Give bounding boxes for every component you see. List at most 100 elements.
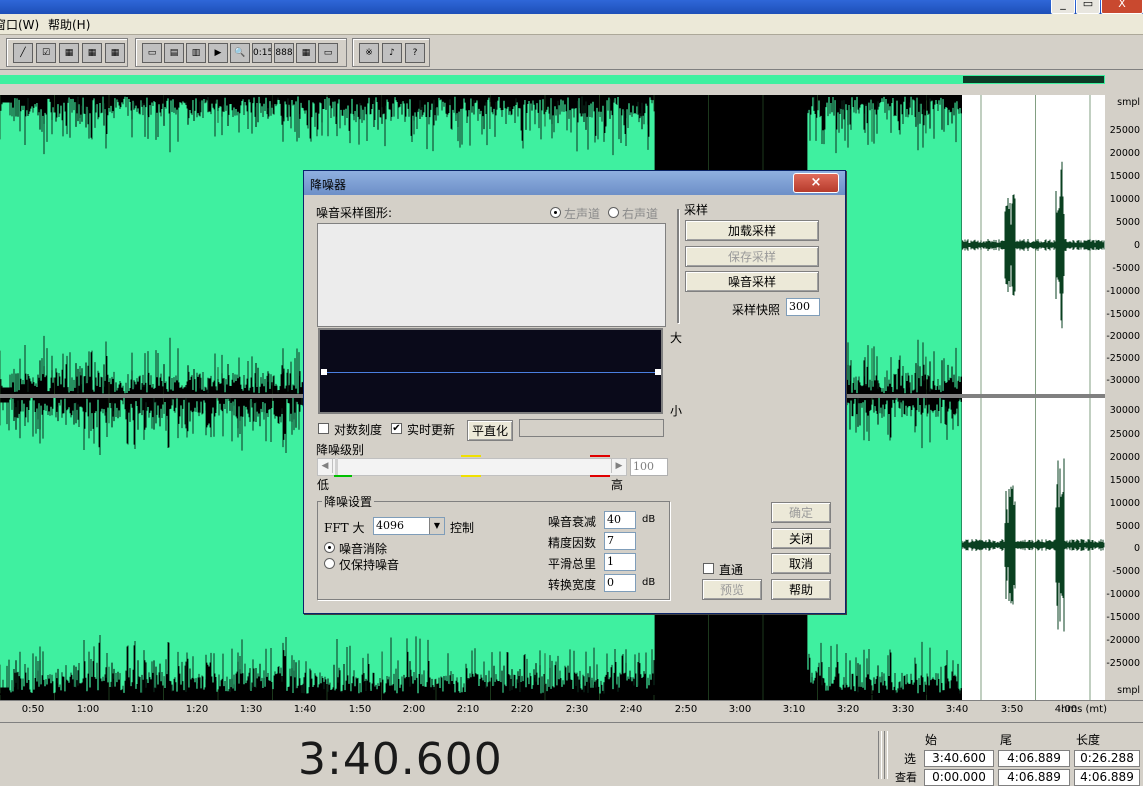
ok-button[interactable]: 确定	[771, 502, 831, 523]
noise-profile-graph	[317, 223, 666, 327]
grid-icon[interactable]: ▦	[82, 43, 102, 63]
live-update-checkbox[interactable]: ✔	[391, 423, 402, 434]
panel-icon[interactable]: ▥	[186, 43, 206, 63]
time-tick-label: 2:40	[619, 704, 643, 715]
restore-button[interactable]: ▭	[1076, 0, 1100, 14]
end-header: 尾	[1000, 733, 1013, 747]
zoom-icon[interactable]: 🔍	[230, 43, 250, 63]
grid-icon[interactable]: ▦	[105, 43, 125, 63]
checkbox-icon[interactable]: ☑	[36, 43, 56, 63]
transition-input[interactable]: 0	[604, 574, 636, 592]
keep-noise-label: 仅保持噪音	[339, 558, 400, 572]
time-tick-label: 3:10	[782, 704, 806, 715]
reduction-level-label: 降噪级别	[316, 443, 365, 457]
amplitude-tick-label: -5000	[1112, 263, 1140, 274]
amplitude-tick-label: 20000	[1109, 452, 1140, 463]
load-profile-button[interactable]: 加载采样	[685, 220, 819, 241]
selection-end[interactable]: 4:06.889	[998, 750, 1070, 767]
amplitude-tick-label: -20000	[1106, 331, 1140, 342]
fft-size-select[interactable]: 4096 ▼	[373, 517, 445, 535]
close-button[interactable]: 关闭	[771, 528, 831, 549]
amplitude-tick-label: -5000	[1112, 566, 1140, 577]
amplitude-ruler: smpl 25000 20000 15000 10000 5000 0 -5000 -10000…	[1105, 95, 1143, 700]
cancel-button[interactable]: 取消	[771, 553, 831, 574]
counter-icon[interactable]: 888	[274, 43, 294, 63]
draw-icon[interactable]: ╱	[13, 43, 33, 63]
level-high-label: 高	[611, 478, 624, 492]
levels-icon[interactable]: ▦	[296, 43, 316, 63]
amplitude-tick-label: -20000	[1106, 635, 1140, 646]
selection-length[interactable]: 0:26.288	[1074, 750, 1140, 767]
dialog-titlebar[interactable]: 降噪器 ×	[304, 171, 845, 195]
snapshots-input[interactable]: 300	[786, 298, 820, 316]
time-tick-label: 2:20	[510, 704, 534, 715]
smoothing-input[interactable]: 1	[604, 553, 636, 571]
remove-noise-radio[interactable]	[324, 542, 335, 553]
curve-handle-left[interactable]	[321, 369, 327, 375]
panel-icon[interactable]: ▤	[164, 43, 184, 63]
control-label: 控制	[450, 521, 475, 535]
slider-left-arrow-icon[interactable]: ◀	[318, 459, 333, 473]
close-window-button[interactable]: X	[1101, 0, 1143, 14]
menu-window[interactable]: 窗口(W)	[0, 16, 39, 33]
help-button[interactable]: 帮助	[771, 579, 831, 600]
toolbar-group-edit: ╱ ☑ ▦ ▦ ▦	[6, 38, 128, 67]
effects-icon[interactable]: ※	[359, 43, 379, 63]
overview-selected-range	[962, 75, 1105, 84]
reduction-level-slider[interactable]: ◀ ▶	[317, 458, 627, 476]
precision-input[interactable]: 7	[604, 532, 636, 550]
flatten-button[interactable]: 平直化	[467, 420, 513, 441]
panel-icon[interactable]: ▭	[318, 43, 338, 63]
toolbar-group-tools: ※ ♪ ?	[352, 38, 430, 67]
keep-noise-radio[interactable]	[324, 558, 335, 569]
green-marker	[334, 475, 352, 477]
toolbar-group-view: ▭ ▤ ▥ ▶ 🔍 0:15 888 ▦ ▭	[135, 38, 347, 67]
sampling-label: 采样	[682, 201, 711, 218]
curve-handle-right[interactable]	[655, 369, 661, 375]
graph-high-label: 大	[670, 331, 683, 345]
menu-help[interactable]: 帮助(H)	[48, 16, 90, 33]
status-panel: 3:40.600 始 尾 长度 选 3:40.600 4:06.889 0:26…	[0, 722, 1143, 786]
play-icon[interactable]: ▶	[208, 43, 228, 63]
attenuation-label: 噪音衰减	[548, 515, 597, 529]
overview-bar[interactable]	[0, 73, 1143, 85]
red-marker	[590, 475, 610, 477]
noise-reduction-dialog: 降噪器 × 噪音采样图形: 左声道 右声道 大 小 对数刻度 ✔ 实时更新 平直…	[303, 170, 846, 614]
help-icon[interactable]: ?	[405, 43, 425, 63]
time-ruler[interactable]: 0:50 1:00 1:10 1:20 1:30 1:40 1:50 2:00 2:10 2:20…	[0, 700, 1143, 721]
reduction-curve-line	[324, 372, 659, 373]
script-icon[interactable]: ♪	[382, 43, 402, 63]
reduction-level-value[interactable]: 100	[630, 458, 668, 476]
time-display-icon[interactable]: 0:15	[252, 43, 272, 63]
minimize-button[interactable]: _	[1051, 0, 1075, 14]
dialog-close-button[interactable]: ×	[793, 173, 839, 193]
save-profile-button[interactable]: 保存采样	[685, 246, 819, 267]
sampling-group	[677, 209, 679, 323]
slider-right-arrow-icon[interactable]: ▶	[611, 459, 626, 473]
noise-profile-label: 噪音采样图形:	[316, 206, 393, 220]
reduction-curve-graph[interactable]	[318, 328, 663, 414]
right-channel-radio	[608, 207, 619, 218]
divider	[884, 731, 888, 779]
log-scale-checkbox[interactable]	[318, 423, 329, 434]
amplitude-tick-label: -15000	[1106, 612, 1140, 623]
amplitude-tick-label: -15000	[1106, 309, 1140, 320]
yellow-marker	[461, 455, 481, 457]
slider-thumb[interactable]	[335, 458, 338, 475]
grid-icon[interactable]: ▦	[59, 43, 79, 63]
time-tick-label: 1:20	[185, 704, 209, 715]
preview-button[interactable]: 预览	[702, 579, 762, 600]
bypass-checkbox[interactable]	[703, 563, 714, 574]
info-field	[519, 419, 664, 437]
bypass-label: 直通	[719, 563, 744, 577]
yellow-marker	[461, 475, 481, 477]
chevron-down-icon[interactable]: ▼	[429, 518, 444, 534]
window-icon[interactable]: ▭	[142, 43, 162, 63]
get-noise-profile-button[interactable]: 噪音采样	[685, 271, 819, 292]
selection-label: 选	[904, 752, 917, 766]
selection-start[interactable]: 3:40.600	[924, 750, 994, 767]
transition-unit: dB	[642, 577, 656, 588]
attenuation-input[interactable]: 40	[604, 511, 636, 529]
time-tick-label: 3:20	[836, 704, 860, 715]
graph-low-label: 小	[670, 404, 683, 418]
